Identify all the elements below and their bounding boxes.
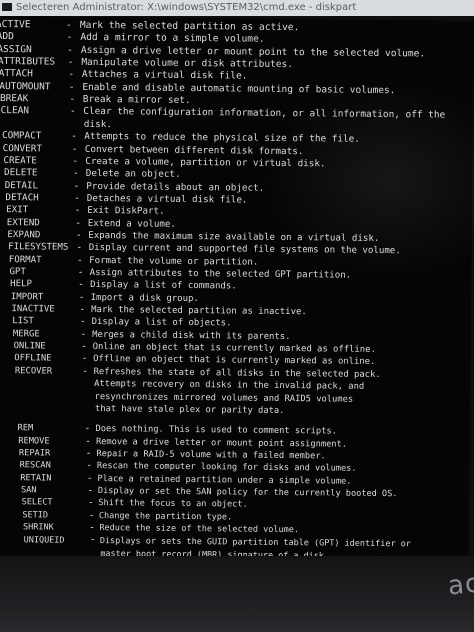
separator-dash: - — [73, 180, 80, 192]
command-name: COMPACT — [1, 130, 42, 142]
separator-dash: - — [84, 423, 91, 435]
laptop-bezel: ac — [0, 556, 474, 632]
separator-dash: - — [68, 69, 75, 81]
command-description: Exit DiskPart. — [87, 205, 165, 217]
command-name: UNIQUEID — [23, 534, 65, 546]
command-name: BREAK — [0, 93, 29, 105]
command-name: RETAIN — [20, 472, 52, 484]
command-name: CONVERT — [2, 142, 43, 154]
separator-dash: - — [75, 217, 82, 229]
separator-dash: - — [85, 447, 92, 459]
separator-dash: - — [79, 303, 86, 315]
separator-dash: - — [76, 242, 83, 254]
separator-dash: - — [79, 316, 86, 328]
separator-dash: - — [71, 143, 78, 155]
command-description: that have stale plex or parity data. — [95, 403, 285, 416]
separator-dash: - — [74, 205, 81, 217]
separator-dash: - — [78, 291, 85, 303]
command-name: ATTRIBUTES — [0, 56, 56, 68]
command-name: ATTACH — [0, 68, 33, 80]
separator-dash: - — [89, 521, 96, 534]
command-name: INACTIVE — [11, 304, 55, 315]
command-name: MERGE — [12, 328, 40, 340]
command-name: SETID — [22, 509, 49, 521]
cmd-icon — [2, 3, 12, 11]
command-name: GPT — [9, 267, 26, 278]
separator-dash: - — [78, 279, 84, 291]
command-name: EXIT — [6, 204, 29, 216]
separator-dash: - — [67, 56, 74, 68]
command-name: FORMAT — [8, 254, 42, 266]
command-name: SAN — [20, 485, 37, 496]
separator-dash: - — [77, 266, 84, 278]
command-name: RESCAN — [19, 460, 51, 471]
command-name: DELETE — [4, 167, 38, 179]
command-name: CLEAN — [0, 105, 29, 117]
command-name: DETAIL — [4, 179, 39, 191]
separator-dash: - — [74, 192, 80, 204]
command-name: OFFLINE — [14, 353, 52, 364]
command-description: Extend a volume. — [87, 217, 176, 230]
console-output[interactable]: ACTIVE - Mark the selected partition as ac… — [0, 16, 474, 561]
separator-dash: - — [75, 229, 82, 241]
separator-dash: - — [87, 497, 94, 509]
command-name: REM — [17, 423, 34, 434]
command-name: ADD — [0, 31, 14, 43]
command-name: AUTOMOUNT — [0, 80, 51, 93]
separator-dash: - — [89, 534, 96, 546]
separator-dash: - — [85, 435, 91, 447]
command-description: Change the partition type. — [98, 510, 233, 523]
command-name: SELECT — [21, 497, 53, 508]
command-name: REPAIR — [18, 448, 51, 459]
separator-dash: - — [86, 472, 93, 484]
command-name: DETACH — [5, 191, 39, 204]
separator-dash: - — [82, 365, 89, 377]
command-description: Shift the focus to an object. — [98, 498, 248, 510]
separator-dash: - — [72, 155, 79, 167]
separator-dash: - — [88, 509, 95, 521]
window-title: Selecteren Administrator: X:\windows\SYS… — [16, 2, 357, 13]
separator-dash: - — [69, 93, 76, 105]
command-name: RECOVER — [14, 365, 53, 377]
cmd-window: Selecteren Administrator: X:\windows\SYS… — [0, 0, 474, 632]
command-description: Import a disk group. — [90, 292, 199, 304]
separator-dash: - — [81, 353, 88, 365]
separator-dash: - — [68, 81, 75, 93]
command-name: ACTIVE — [0, 18, 31, 31]
command-name: SHRINK — [22, 522, 54, 533]
command-description: disk. — [83, 118, 113, 130]
separator-dash: - — [71, 130, 77, 142]
command-name: CREATE — [3, 154, 37, 167]
command-name: HELP — [10, 279, 32, 290]
command-description: Display a list of objects. — [91, 317, 232, 329]
separator-dash: - — [76, 254, 83, 266]
separator-dash: - — [69, 106, 76, 118]
command-name: ASSIGN — [0, 43, 32, 56]
command-name: EXPAND — [7, 230, 41, 241]
command-name: LIST — [12, 316, 34, 327]
laptop-brand-logo: ac — [446, 568, 474, 602]
command-name: ONLINE — [13, 341, 46, 352]
command-name: REMOVE — [18, 435, 50, 447]
separator-dash: - — [66, 32, 73, 44]
title-bar[interactable]: Selecteren Administrator: X:\windows\SYS… — [0, 0, 474, 16]
separator-dash: - — [67, 44, 73, 56]
separator-dash: - — [65, 19, 72, 31]
separator-dash: - — [72, 167, 79, 180]
command-description: Display a list of commands. — [90, 280, 237, 292]
command-description: Break a mirror set. — [82, 93, 191, 107]
command-name: EXTEND — [6, 216, 40, 229]
command-name: FILESYSTEMS — [8, 242, 69, 254]
separator-dash: - — [80, 328, 87, 340]
separator-dash: - — [86, 460, 93, 472]
command-name: IMPORT — [10, 291, 44, 303]
command-description: Delete an object. — [85, 168, 181, 181]
separator-dash: - — [87, 484, 94, 496]
separator-dash: - — [81, 340, 87, 353]
